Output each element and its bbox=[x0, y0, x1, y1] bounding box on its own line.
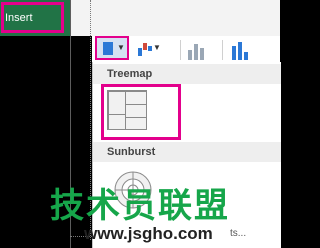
treemap-section-title: Treemap bbox=[107, 68, 153, 80]
toolbar-divider bbox=[180, 40, 181, 60]
treemap-cell bbox=[125, 104, 147, 118]
watermark-logo-text: 技术员联盟 bbox=[50, 186, 230, 226]
treemap-cell bbox=[108, 91, 126, 115]
treemap-icon bbox=[107, 90, 147, 130]
insert-tab-highlight bbox=[1, 2, 64, 33]
treemap-cell bbox=[125, 91, 147, 105]
histogram-bar bbox=[238, 42, 242, 60]
column-chart-icon bbox=[188, 50, 192, 60]
sunburst-section-title: Sunburst bbox=[107, 146, 156, 158]
treemap-cell bbox=[108, 114, 126, 130]
sunburst-section-header: Sunburst bbox=[93, 142, 281, 162]
watermark-url: www.jsgho.com bbox=[84, 224, 213, 243]
chevron-down-icon: ▼ bbox=[117, 43, 125, 52]
chevron-down-icon: ▼ bbox=[153, 43, 161, 52]
histogram-chart-icon bbox=[232, 46, 236, 60]
insert-statistic-chart-button[interactable] bbox=[230, 40, 254, 60]
insert-hierarchy-chart-button[interactable]: ▼ bbox=[95, 36, 129, 60]
treemap-chart-button[interactable] bbox=[101, 84, 181, 140]
insert-waterfall-chart-button[interactable]: ▼ bbox=[138, 40, 161, 58]
treemap-cell bbox=[125, 117, 147, 130]
column-chart-bar bbox=[194, 44, 198, 60]
insert-column-chart-button[interactable] bbox=[186, 40, 210, 60]
more-charts-link[interactable]: ts... bbox=[230, 228, 246, 239]
treemap-chart-icon bbox=[103, 42, 113, 55]
waterfall-bar bbox=[148, 46, 152, 51]
column-chart-bar bbox=[200, 48, 204, 60]
histogram-bar bbox=[244, 52, 248, 60]
waterfall-chart-icon bbox=[138, 48, 142, 56]
waterfall-bar bbox=[143, 43, 147, 50]
treemap-section-header: Treemap bbox=[93, 64, 281, 84]
toolbar-divider bbox=[222, 40, 223, 60]
